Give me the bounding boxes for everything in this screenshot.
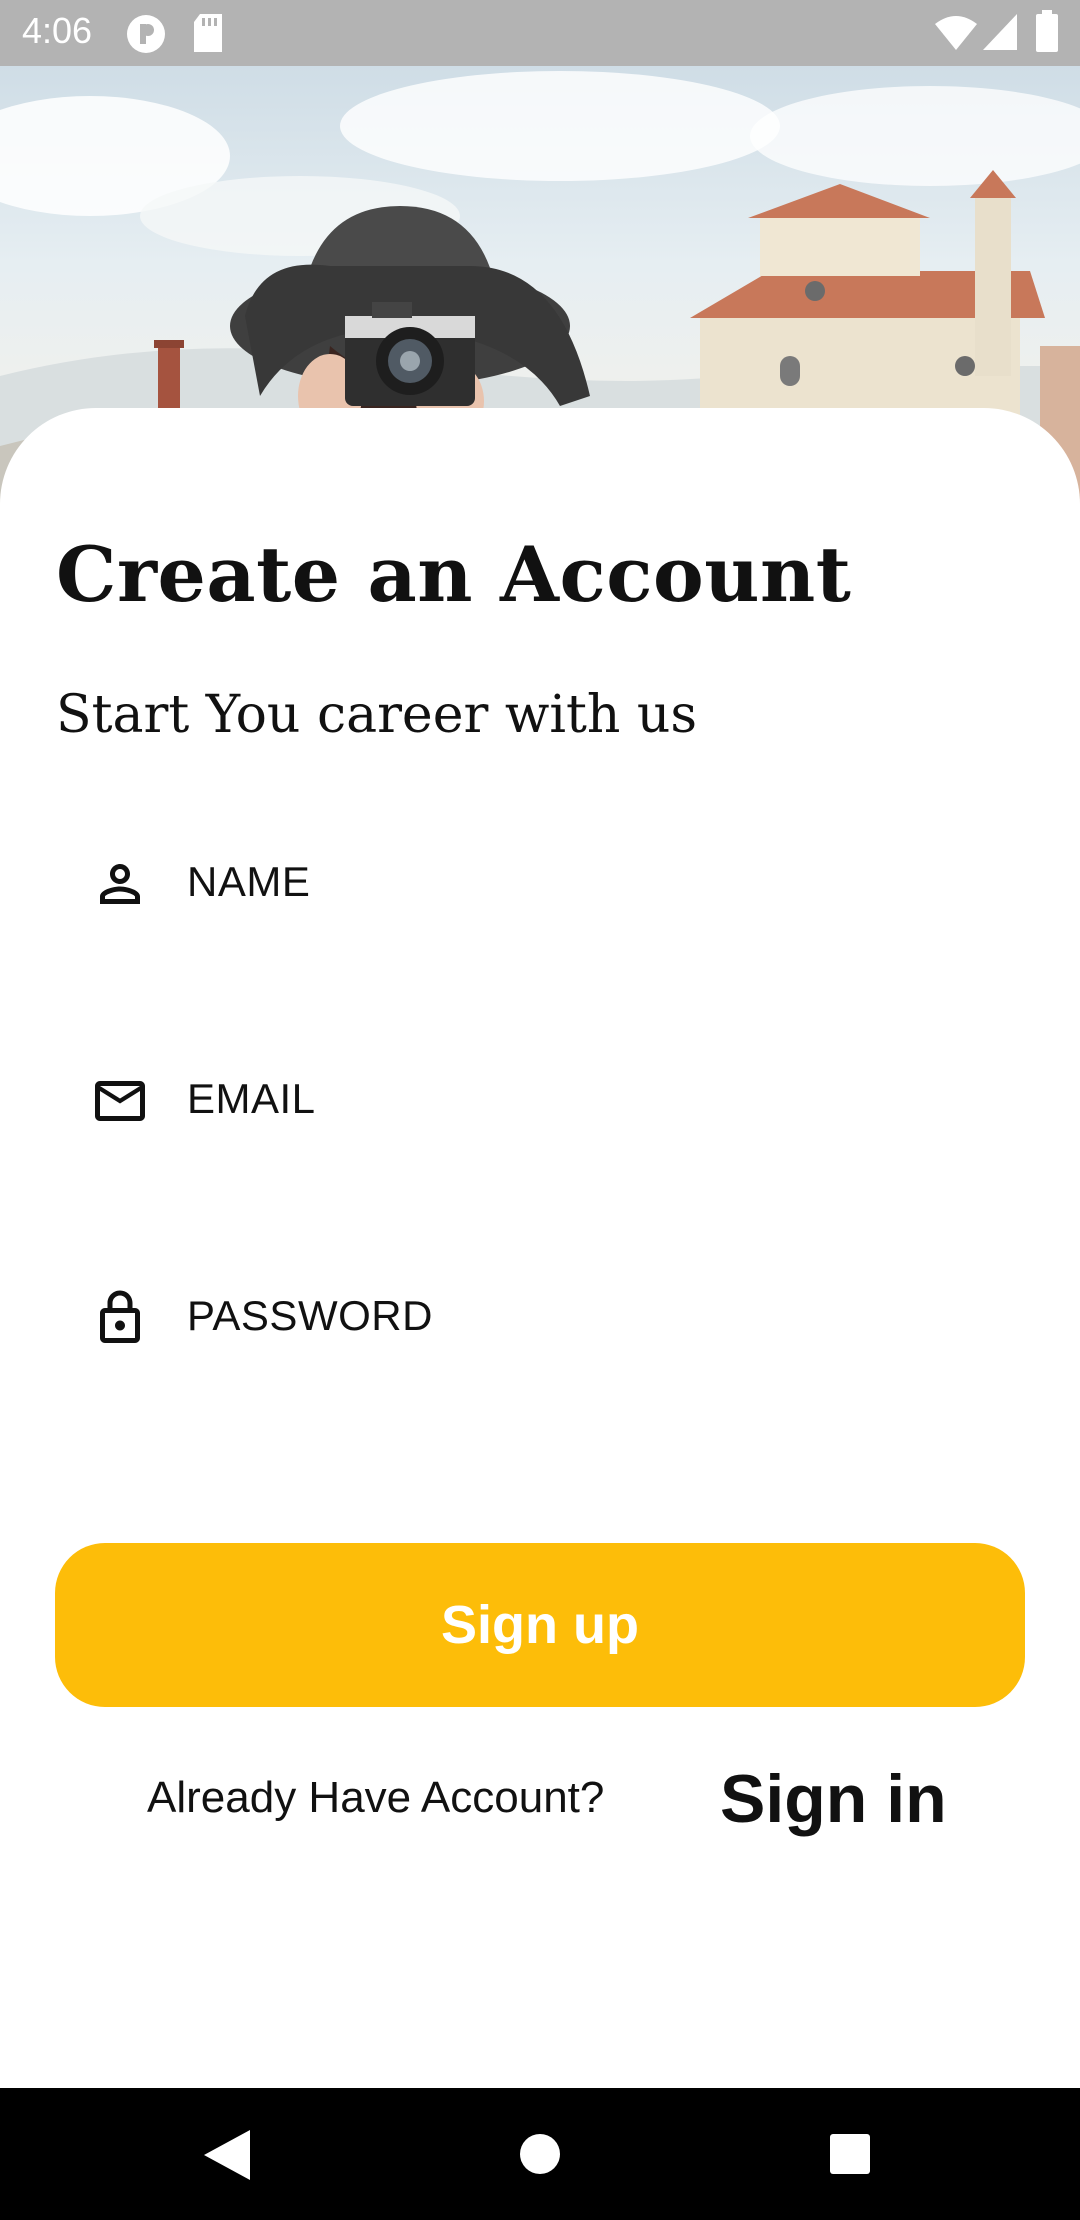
- signal-icon: [983, 14, 1017, 50]
- password-input[interactable]: [187, 1292, 987, 1340]
- page-title: Create an Account: [56, 530, 852, 619]
- page-subtitle: Start You career with us: [56, 685, 698, 745]
- wifi-icon: [935, 16, 977, 50]
- password-field[interactable]: [56, 1254, 1024, 1394]
- name-field[interactable]: [56, 820, 1024, 960]
- mail-icon: [95, 1081, 145, 1121]
- record-icon: [127, 15, 165, 53]
- status-time: 4:06: [22, 10, 93, 51]
- battery-icon: [1036, 10, 1058, 52]
- sd-card-icon: [194, 14, 222, 52]
- recents-icon[interactable]: [830, 2134, 870, 2174]
- home-icon[interactable]: [519, 2133, 561, 2175]
- navigation-bar: [0, 2088, 1080, 2220]
- email-input[interactable]: [187, 1075, 987, 1123]
- status-bar: 4:06: [0, 0, 1080, 66]
- signup-button[interactable]: Sign up: [55, 1543, 1025, 1707]
- signin-link[interactable]: Sign in: [720, 1760, 947, 1838]
- lock-icon: [100, 1290, 140, 1343]
- person-icon: [100, 864, 140, 904]
- already-have-account-text: Already Have Account?: [147, 1773, 605, 1822]
- back-icon[interactable]: [204, 2130, 250, 2180]
- email-field[interactable]: [56, 1037, 1024, 1177]
- name-input[interactable]: [187, 858, 987, 906]
